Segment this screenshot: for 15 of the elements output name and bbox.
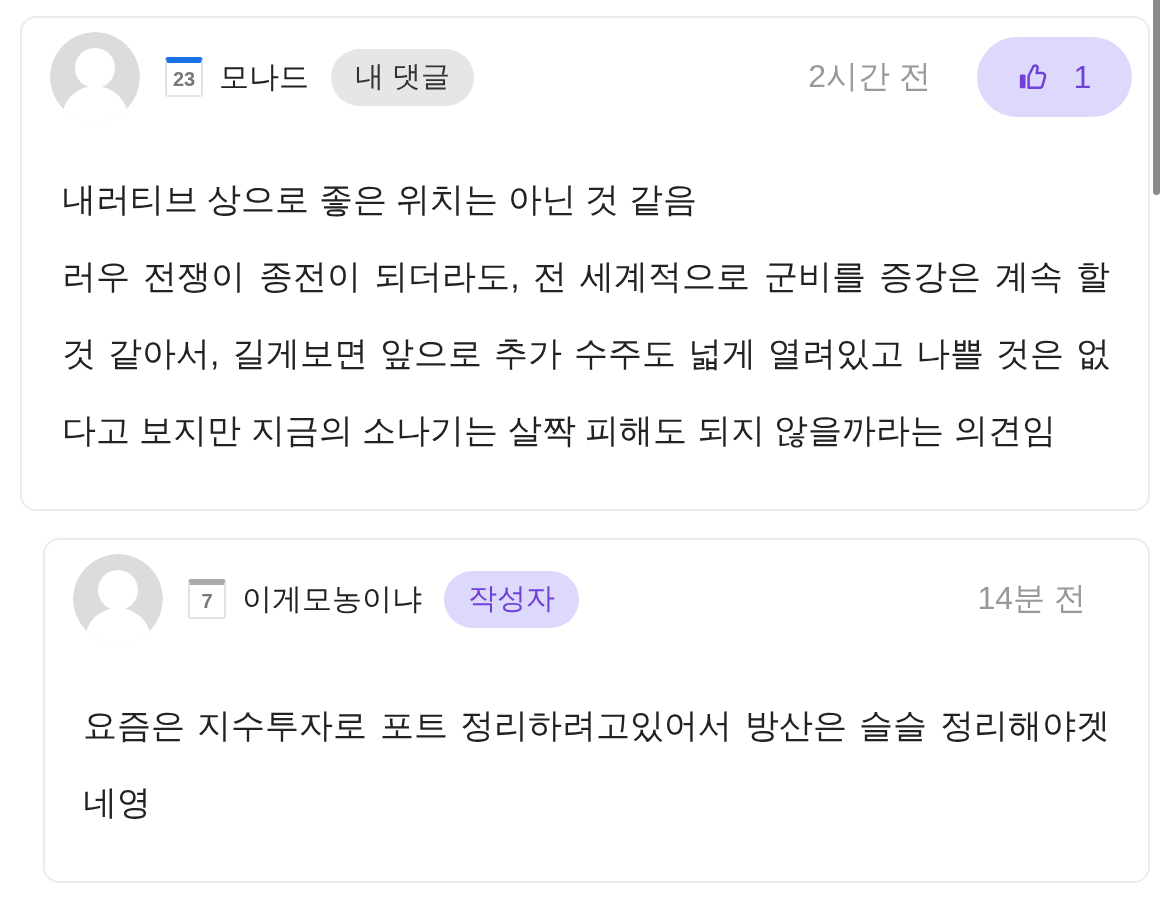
- comment-text: 내러티브 상으로 좋은 위치는 아닌 것 같음 러우 전쟁이 종전이 되더라도, 전 세계적으로 군비를 증강은 계속 할 것 같아서, 길게보면 앞으로 추가 수주도 넓게 열려있고 나쁠 것은 없다고 보지만 지금의 소나기는 살짝 피해도 되지 않을까라는 의견임: [62, 179, 1110, 451]
- level-badge: 23: [165, 57, 203, 97]
- my-comment-tag: 내 댓글: [331, 48, 475, 106]
- timestamp: 14분 전: [977, 579, 1086, 618]
- user-name: 모나드: [219, 58, 309, 95]
- scrollbar-thumb[interactable]: [1153, 0, 1160, 195]
- avatar-icon: [73, 554, 163, 644]
- avatar-icon: [50, 32, 140, 122]
- comment-text: 요즘은 지수투자로 포트 정리하려고있어서 방산은 슬슬 정리해야겟네영: [83, 705, 1110, 823]
- author-tag: 작성자: [444, 570, 579, 628]
- timestamp: 2시간 전: [808, 57, 931, 96]
- level-badge: 7: [188, 579, 226, 619]
- thumbs-up-icon: [1017, 62, 1048, 92]
- user-name: 이게모농이냐: [242, 580, 422, 617]
- like-button[interactable]: 1: [977, 37, 1132, 117]
